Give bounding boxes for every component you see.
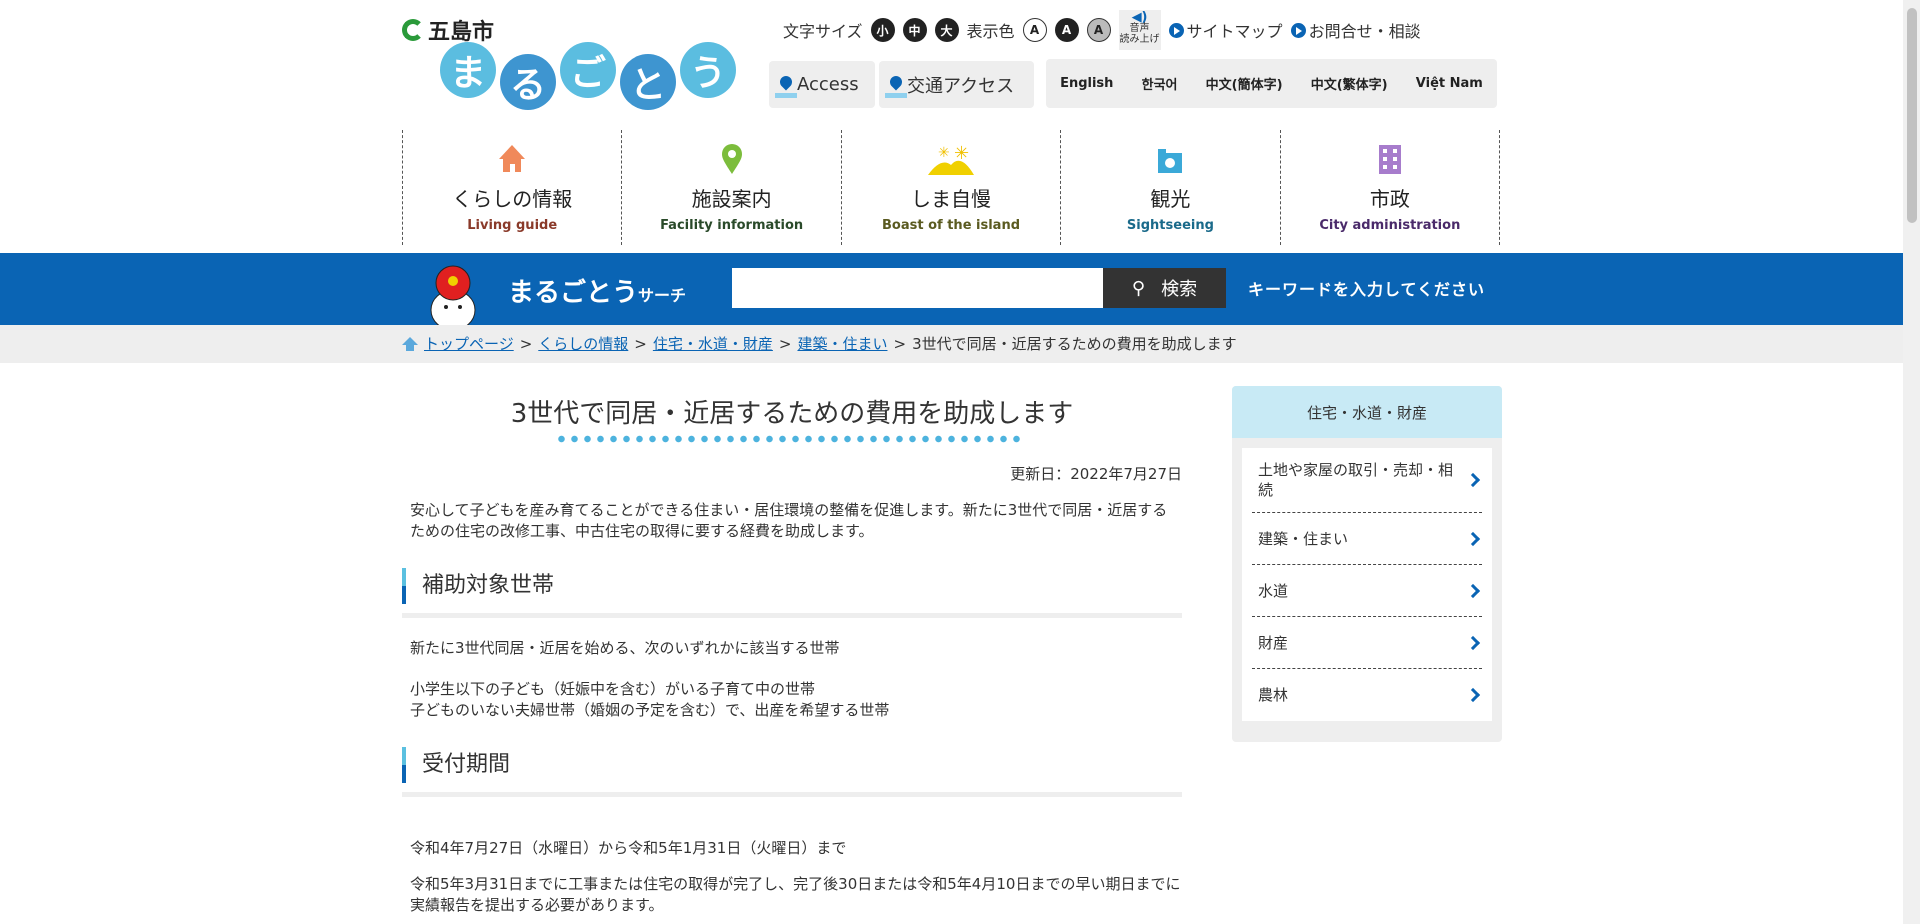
contact-link[interactable]: お問合せ・相談 bbox=[1290, 18, 1421, 42]
utility-bar: 文字サイズ 小 中 大 表示色 A A A ◀) 音声 読み上げ サイトマップ お問… bbox=[783, 10, 1421, 50]
nav-city-admin[interactable]: 市政 City administration bbox=[1281, 130, 1501, 245]
lang-korean[interactable]: 한국어 bbox=[1142, 74, 1178, 93]
nav-facility[interactable]: 施設案内 Facility information bbox=[622, 130, 842, 245]
section-heading: 受付期間 bbox=[402, 747, 1182, 797]
lang-english[interactable]: English bbox=[1060, 76, 1113, 91]
font-size-label: 文字サイズ bbox=[783, 22, 863, 41]
search-logo: まるごとうサーチ bbox=[508, 278, 687, 308]
breadcrumb-living[interactable]: くらしの情報 bbox=[538, 333, 628, 354]
camera-icon bbox=[1158, 149, 1183, 173]
sidebar-item-property[interactable]: 財産 bbox=[1252, 617, 1482, 669]
sidebar-item-building[interactable]: 建築・住まい bbox=[1252, 513, 1482, 565]
house-icon bbox=[499, 145, 526, 172]
chevron-right-icon bbox=[1465, 531, 1481, 546]
island-sun-icon: ✳ ✳ bbox=[928, 143, 975, 175]
play-icon bbox=[1290, 22, 1306, 38]
section1-item: 小学生以下の子ども（妊娠中を含む）がいる子育て中の世帯 bbox=[410, 680, 816, 698]
search-input[interactable] bbox=[732, 268, 1103, 308]
scrollbar-thumb[interactable] bbox=[1907, 8, 1917, 223]
font-large-button[interactable]: 大 bbox=[934, 18, 959, 42]
map-pin-icon bbox=[775, 76, 797, 98]
chevron-right-icon bbox=[1465, 687, 1481, 703]
lang-chinese-traditional[interactable]: 中文(繁体字) bbox=[1311, 74, 1388, 93]
section2-period: 令和4年7月27日（水曜日）から令和5年1月31日（火曜日）まで bbox=[410, 839, 847, 857]
section-heading: 補助対象世帯 bbox=[402, 568, 1182, 618]
voice-read-button[interactable]: ◀) 音声 読み上げ bbox=[1118, 10, 1161, 50]
breadcrumb-housing[interactable]: 住宅・水道・財産 bbox=[653, 333, 773, 354]
map-pin-icon bbox=[721, 144, 742, 174]
font-small-button[interactable]: 小 bbox=[870, 18, 895, 42]
mascot-icon bbox=[430, 265, 476, 325]
lang-vietnamese[interactable]: Việt Nam bbox=[1416, 76, 1483, 91]
breadcrumb-current: 3世代で同居・近居するための費用を助成します bbox=[912, 335, 1237, 353]
search-button[interactable]: ⚲ 検索 bbox=[1103, 268, 1226, 308]
section2-note: 令和5年3月31日までに工事または住宅の取得が完了し、完了後30日または令和5年… bbox=[410, 875, 1181, 914]
color-gray-button[interactable]: A bbox=[1086, 18, 1111, 42]
speaker-icon: ◀) bbox=[1131, 10, 1148, 25]
search-hint: キーワードを入力してください bbox=[1248, 280, 1486, 299]
svg-text:✳: ✳ bbox=[954, 143, 969, 164]
color-label: 表示色 bbox=[966, 22, 1015, 41]
updated-date: 更新日：2022年7月27日 bbox=[1010, 465, 1182, 483]
access-button[interactable]: Access bbox=[769, 61, 875, 108]
chevron-right-icon bbox=[1465, 583, 1481, 598]
building-icon bbox=[1378, 145, 1401, 174]
home-icon bbox=[402, 336, 418, 351]
chevron-right-icon bbox=[1465, 635, 1481, 650]
city-emblem-icon bbox=[402, 19, 424, 41]
font-medium-button[interactable]: 中 bbox=[902, 18, 927, 42]
sitemap-link[interactable]: サイトマップ bbox=[1168, 18, 1283, 42]
play-icon bbox=[1168, 22, 1184, 38]
intro-text: 安心して子どもを産み育てることができる住まい・居住環境の整備を促進します。新たに… bbox=[410, 501, 1168, 540]
color-black-button[interactable]: A bbox=[1054, 18, 1079, 42]
title-dots-decoration bbox=[555, 434, 1025, 444]
svg-text:✳: ✳ bbox=[938, 145, 950, 161]
transport-access-button[interactable]: 交通アクセス bbox=[879, 61, 1034, 108]
section1-lead: 新たに3世代同居・近居を始める、次のいずれかに該当する世帯 bbox=[410, 639, 840, 657]
sidebar-item-land[interactable]: 土地や家屋の取引・売却・相続 bbox=[1252, 448, 1482, 513]
nav-living-guide[interactable]: くらしの情報 Living guide bbox=[403, 130, 623, 245]
page-title: 3世代で同居・近居するための費用を助成します bbox=[510, 399, 1074, 429]
sidebar-item-water[interactable]: 水道 bbox=[1252, 565, 1482, 617]
section1-item: 子どものいない夫婦世帯（婚姻の予定を含む）で、出産を希望する世帯 bbox=[410, 701, 890, 719]
nav-sightseeing[interactable]: 観光 Sightseeing bbox=[1061, 130, 1281, 245]
global-nav: くらしの情報 Living guide 施設案内 Facility informat… bbox=[402, 130, 1501, 245]
map-pin-icon bbox=[885, 76, 907, 98]
sidebar-item-agriculture[interactable]: 農林 bbox=[1252, 669, 1482, 721]
breadcrumb: トップページ > くらしの情報 > 住宅・水道・財産 > 建築・住まい > 3世代で同居… bbox=[402, 333, 1237, 354]
sidebar: 住宅・水道・財産 土地や家屋の取引・売却・相続 建築・住まい 水道 財産 農林 bbox=[1232, 386, 1502, 742]
nav-island[interactable]: ✳ ✳ しま自慢 Boast of the island bbox=[842, 130, 1062, 245]
language-selector: English 한국어 中文(簡体字) 中文(繁体字) Việt Nam bbox=[1046, 59, 1497, 108]
site-logo[interactable]: まるごとう bbox=[440, 42, 736, 110]
chevron-right-icon bbox=[1465, 472, 1481, 488]
lang-chinese-simplified[interactable]: 中文(簡体字) bbox=[1206, 74, 1283, 93]
search-icon: ⚲ bbox=[1131, 277, 1146, 299]
breadcrumb-top[interactable]: トップページ bbox=[424, 333, 514, 354]
sidebar-list: 土地や家屋の取引・売却・相続 建築・住まい 水道 財産 農林 bbox=[1242, 448, 1492, 721]
breadcrumb-building[interactable]: 建築・住まい bbox=[797, 333, 887, 354]
color-white-button[interactable]: A bbox=[1022, 18, 1047, 42]
sidebar-heading: 住宅・水道・財産 bbox=[1232, 386, 1502, 438]
